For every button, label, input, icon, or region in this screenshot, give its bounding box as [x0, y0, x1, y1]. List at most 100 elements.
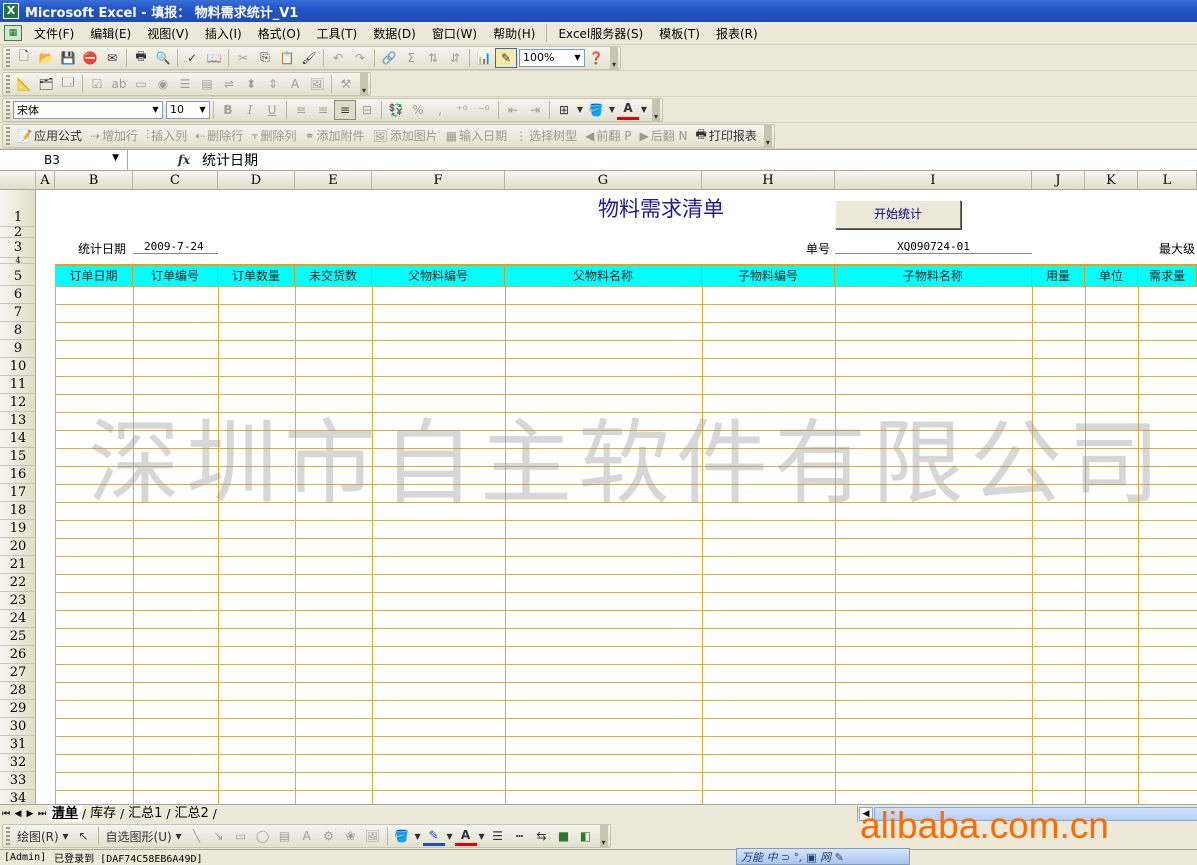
print-preview-icon[interactable]: 🔍 — [152, 48, 174, 68]
chevron-down-icon[interactable]: ▼ — [112, 153, 119, 163]
column-header[interactable]: C — [133, 171, 218, 190]
decrease-indent-icon[interactable]: ⇤ — [502, 100, 524, 120]
row-header[interactable]: 14 — [0, 430, 36, 448]
select-tree-button[interactable]: ⋮ 选择树型 — [511, 127, 581, 144]
header-parent-material-name[interactable]: 父物料名称 — [505, 266, 702, 286]
row-header[interactable]: 25 — [0, 628, 36, 646]
align-right-icon[interactable]: ≡ — [334, 99, 356, 120]
menu-file[interactable]: 文件(F) — [26, 23, 82, 44]
toolbar-grip[interactable] — [6, 48, 10, 67]
oval-icon[interactable]: ◯ — [252, 826, 274, 846]
row-header[interactable]: 10 — [0, 358, 36, 376]
textbox-icon[interactable]: ▤ — [274, 826, 296, 846]
textbox-control-icon[interactable]: ab — [108, 74, 130, 94]
row-header[interactable]: 17 — [0, 484, 36, 502]
combobox-control-icon[interactable]: ▤ — [196, 74, 218, 94]
column-header[interactable]: E — [295, 171, 372, 190]
align-left-icon[interactable]: ≡ — [290, 100, 312, 120]
toolbar-grip[interactable] — [6, 827, 10, 845]
shadow-style-icon[interactable]: ■ — [553, 826, 575, 846]
copy-icon[interactable]: ⎘ — [254, 48, 276, 68]
fill-color-icon[interactable]: 🪣 — [391, 826, 413, 846]
increase-decimal-icon[interactable]: ⁺⁰ — [451, 100, 473, 120]
borders-icon[interactable]: ⊞ — [553, 100, 575, 120]
more-controls-icon[interactable]: ⚒ — [335, 74, 357, 94]
cut-icon[interactable]: ✂ — [232, 48, 254, 68]
research-icon[interactable]: 📖 — [203, 48, 225, 68]
menu-edit[interactable]: 编辑(E) — [82, 23, 139, 44]
toolbar-grip[interactable] — [6, 100, 10, 119]
column-header[interactable]: B — [55, 171, 133, 190]
insert-function-icon[interactable]: fx — [172, 153, 196, 167]
row-header[interactable]: 7 — [0, 304, 36, 322]
header-child-material-code[interactable]: 子物料编号 — [702, 266, 835, 286]
sheet-tab-huizong1[interactable]: 汇总1 — [124, 805, 166, 822]
row-header[interactable]: 33 — [0, 772, 36, 790]
chevron-down-icon[interactable]: ▼ — [575, 100, 585, 120]
chart-wizard-icon[interactable]: 📊 — [473, 48, 495, 68]
email-icon[interactable]: ✉ — [101, 48, 123, 68]
row-header[interactable]: 31 — [0, 736, 36, 754]
chevron-down-icon[interactable]: ▼ — [607, 100, 617, 120]
fill-color-icon[interactable]: 🪣 — [585, 100, 607, 120]
document-icon[interactable]: ▦ — [4, 25, 22, 41]
first-sheet-icon[interactable]: ⏮ — [0, 809, 12, 819]
header-usage[interactable]: 用量 — [1032, 266, 1085, 286]
row-header[interactable]: 8 — [0, 322, 36, 340]
view-code-icon[interactable]: 🗔 — [57, 74, 79, 94]
formula-input[interactable]: 统计日期 — [196, 150, 258, 170]
column-header[interactable]: G — [505, 171, 702, 190]
percent-icon[interactable]: % — [407, 100, 429, 120]
input-date-button[interactable]: ▦ 输入日期 — [442, 127, 511, 144]
last-sheet-icon[interactable]: ⏭ — [36, 809, 48, 819]
autosum-icon[interactable]: Σ — [400, 48, 422, 68]
open-icon[interactable]: 📂 — [35, 48, 57, 68]
line-icon[interactable]: ╲ — [186, 826, 208, 846]
redo-icon[interactable]: ↷ — [349, 48, 371, 68]
italic-icon[interactable]: I — [239, 100, 261, 120]
column-header[interactable]: D — [218, 171, 295, 190]
apply-formula-button[interactable]: 📝 应用公式 — [13, 127, 86, 144]
chevron-down-icon[interactable]: ▼ — [571, 50, 584, 66]
sheet-tab-kucun[interactable]: 库存 — [86, 805, 120, 822]
menu-tools[interactable]: 工具(T) — [309, 23, 366, 44]
bold-icon[interactable]: B — [217, 100, 239, 120]
sheet-tab-huizong2[interactable]: 汇总2 — [170, 805, 212, 822]
draw-menu-button[interactable]: 绘图(R) ▾ — [13, 828, 73, 845]
dash-style-icon[interactable]: ┅ — [509, 826, 531, 846]
header-demand-qty[interactable]: 需求量 — [1138, 266, 1197, 286]
start-statistics-button[interactable]: 开始统计 — [835, 200, 961, 229]
option-control-icon[interactable]: ◉ — [152, 74, 174, 94]
help-icon[interactable]: ❓ — [585, 48, 607, 68]
picture-icon[interactable]: 🖼 — [362, 826, 384, 846]
row-header[interactable]: 20 — [0, 538, 36, 556]
next-page-button[interactable]: ▶ 后翻 N — [635, 127, 691, 144]
column-header[interactable]: I — [835, 171, 1032, 190]
header-undelivered-qty[interactable]: 未交货数 — [295, 266, 372, 286]
row-header[interactable]: 3 — [0, 238, 36, 258]
line-color-icon[interactable]: ✎ — [422, 826, 445, 846]
checkbox-control-icon[interactable]: ☑ — [86, 74, 108, 94]
row-header[interactable]: 2 — [0, 226, 36, 239]
decrease-decimal-icon[interactable]: ⁻⁰ — [473, 100, 495, 120]
menu-data[interactable]: 数据(D) — [365, 23, 424, 44]
row-header[interactable]: 6 — [0, 286, 36, 304]
header-order-no[interactable]: 订单编号 — [133, 266, 218, 286]
underline-icon[interactable]: U — [261, 100, 283, 120]
menu-report[interactable]: 报表(R) — [708, 23, 766, 44]
font-size-select[interactable]: 10 ▼ — [166, 100, 210, 119]
row-header[interactable]: 22 — [0, 574, 36, 592]
toolbar-options-icon[interactable]: ▾ — [610, 46, 618, 69]
header-order-qty[interactable]: 订单数量 — [218, 266, 295, 286]
column-header[interactable]: K — [1085, 171, 1138, 190]
permission-icon[interactable]: ⛔ — [79, 48, 101, 68]
wordart-icon[interactable]: A — [296, 826, 318, 846]
column-header[interactable]: F — [372, 171, 505, 190]
new-icon[interactable]: 🗋 — [13, 48, 35, 68]
header-unit[interactable]: 单位 — [1085, 266, 1138, 286]
add-row-button[interactable]: ⇢ 增加行 — [86, 127, 142, 144]
prev-sheet-icon[interactable]: ◀ — [12, 809, 24, 819]
row-header[interactable]: 1 — [0, 190, 36, 227]
line-style-icon[interactable]: ☰ — [487, 826, 509, 846]
currency-icon[interactable]: 💱 — [385, 100, 407, 120]
